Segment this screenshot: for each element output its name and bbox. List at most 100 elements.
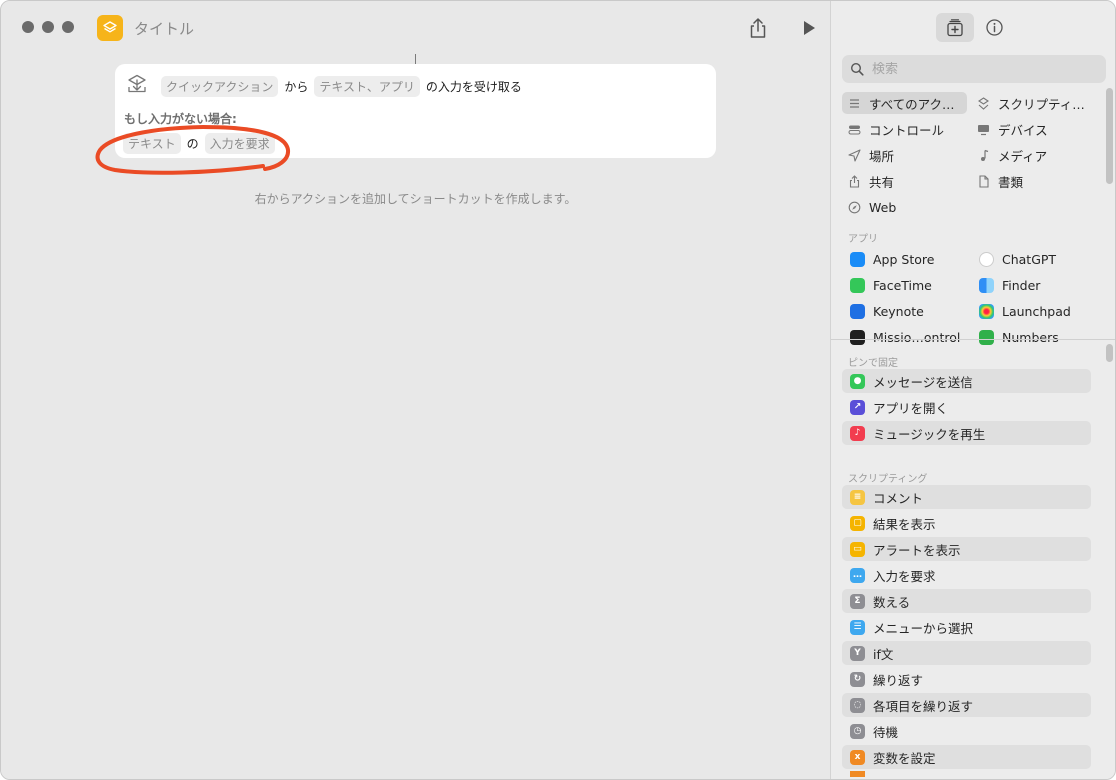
action-play-music[interactable]: ♪ ミュージックを再生 — [842, 421, 1091, 445]
fallback-action-token[interactable]: 入力を要求 — [204, 133, 275, 154]
action-if[interactable]: Y if文 — [842, 641, 1091, 665]
fallback-type-token[interactable]: テキスト — [123, 133, 181, 154]
apps-heading: アプリ — [848, 234, 878, 245]
search-field[interactable] — [842, 55, 1106, 83]
action-label: 待機 — [873, 724, 899, 740]
category-media[interactable]: メディア — [971, 144, 1096, 166]
app-facetime[interactable]: FaceTime — [842, 274, 967, 296]
category-label: メディア — [998, 148, 1048, 164]
action-repeat-each[interactable]: ◌ 各項目を繰り返す — [842, 693, 1091, 717]
action-wait[interactable]: ◷ 待機 — [842, 719, 1091, 743]
action-count[interactable]: Σ 数える — [842, 589, 1091, 613]
category-grid: すべてのアク… スクリプティ… コントロール デバイス 場所 メディア 共有 書… — [842, 92, 1096, 218]
app-chatgpt[interactable]: ChatGPT — [971, 248, 1096, 270]
action-label: ミュージックを再生 — [873, 426, 986, 442]
minimize-window-button[interactable] — [42, 21, 54, 33]
app-label: FaceTime — [873, 277, 932, 293]
scripting-list: ≡ コメント ▢ 結果を表示 ▭ アラートを表示 … 入力を要求 Σ 数える ☰… — [842, 485, 1091, 779]
message-icon: ● — [850, 373, 865, 389]
action-label: 入力を要求 — [873, 568, 936, 584]
details-button[interactable] — [985, 18, 1004, 37]
category-label: 書類 — [998, 174, 1024, 190]
library-top-section: すべてのアク… スクリプティ… コントロール — [831, 1, 1115, 345]
app-launchpad[interactable]: Launchpad — [971, 300, 1096, 322]
bottom-scrollbar[interactable] — [1106, 344, 1113, 362]
action-label: 各項目を繰り返す — [873, 698, 974, 714]
action-repeat[interactable]: ↻ 繰り返す — [842, 667, 1091, 691]
category-label: コントロール — [869, 122, 945, 138]
close-window-button[interactable] — [22, 21, 34, 33]
variable-icon: x — [850, 749, 865, 765]
finder-icon — [979, 277, 994, 293]
action-comment[interactable]: ≡ コメント — [842, 485, 1091, 509]
category-web[interactable]: Web — [842, 196, 967, 218]
receive-input-action[interactable]: クイックアクション から テキスト、アプリ の入力を受け取る もし入力がない場合… — [115, 64, 716, 158]
list-icon — [848, 97, 861, 110]
branch-icon: Y — [850, 645, 865, 661]
search-input[interactable] — [872, 61, 1072, 77]
category-all-actions[interactable]: すべてのアク… — [842, 92, 967, 114]
share-button[interactable] — [747, 16, 769, 40]
document-icon — [977, 174, 990, 188]
action-send-message[interactable]: ● メッセージを送信 — [842, 369, 1091, 393]
repeat-icon: ↻ — [850, 671, 865, 687]
search-icon — [850, 62, 864, 76]
shortcut-icon[interactable] — [97, 15, 123, 41]
app-label: App Store — [873, 251, 935, 267]
repeat-each-icon: ◌ — [850, 697, 865, 713]
shortcuts-layers-icon — [103, 21, 117, 33]
chatgpt-icon — [979, 251, 994, 267]
receive-input-icon — [126, 74, 148, 96]
category-documents[interactable]: 書類 — [971, 170, 1096, 192]
category-location[interactable]: 場所 — [842, 144, 967, 166]
input-source-token[interactable]: クイックアクション — [161, 76, 279, 97]
category-sharing[interactable]: 共有 — [842, 170, 967, 192]
toggle-icon — [848, 123, 861, 136]
action-label: メニューから選択 — [873, 620, 974, 636]
shortcut-title[interactable]: タイトル — [134, 18, 194, 39]
input-type-token[interactable]: テキスト、アプリ — [314, 76, 420, 97]
category-scripting[interactable]: スクリプティ… — [971, 92, 1096, 114]
shortcuts-window: タイトル クイックアクション から テキスト、アプリ の入力を受け取る もし入力… — [0, 0, 1116, 780]
category-device[interactable]: デバイス — [971, 118, 1096, 140]
ask-input-icon: … — [850, 567, 865, 583]
library-add-icon — [947, 18, 963, 36]
scripting-icon — [977, 96, 990, 110]
action-open-app[interactable]: ↗ アプリを開く — [842, 395, 1091, 419]
action-library-button[interactable] — [936, 13, 974, 42]
action-sentence: クイックアクション から テキスト、アプリ の入力を受け取る — [161, 76, 522, 97]
app-finder[interactable]: Finder — [971, 274, 1096, 296]
device-icon — [977, 123, 990, 136]
app-app-store[interactable]: App Store — [842, 248, 967, 270]
action-ask-for-input[interactable]: … 入力を要求 — [842, 563, 1091, 587]
share-icon — [848, 174, 861, 188]
action-label: 繰り返す — [873, 672, 924, 688]
if-no-input-label: もし入力がない場合: — [124, 112, 237, 126]
category-label: スクリプティ… — [998, 96, 1085, 112]
app-label: Launchpad — [1002, 303, 1071, 319]
run-button[interactable] — [800, 18, 818, 38]
top-scrollbar[interactable] — [1106, 88, 1113, 184]
action-partially-visible[interactable] — [842, 771, 1091, 777]
action-label: 変数を設定 — [873, 750, 936, 766]
fallback-sentence: テキスト の 入力を要求 — [123, 133, 275, 154]
action-show-alert[interactable]: ▭ アラートを表示 — [842, 537, 1091, 561]
action-label: アラートを表示 — [873, 542, 961, 558]
category-controls[interactable]: コントロール — [842, 118, 967, 140]
compass-icon — [848, 201, 861, 214]
pinned-list: ● メッセージを送信 ↗ アプリを開く ♪ ミュージックを再生 — [842, 369, 1091, 447]
action-label: 数える — [873, 594, 911, 610]
action-label: アプリを開く — [873, 400, 949, 416]
action-choose-from-menu[interactable]: ☰ メニューから選択 — [842, 615, 1091, 639]
launchpad-icon — [979, 303, 994, 319]
action-show-result[interactable]: ▢ 結果を表示 — [842, 511, 1091, 535]
action-label: 結果を表示 — [873, 516, 936, 532]
action-label: if文 — [873, 646, 894, 662]
category-label: Web — [869, 199, 897, 215]
open-app-icon: ↗ — [850, 399, 865, 415]
app-keynote[interactable]: Keynote — [842, 300, 967, 322]
zoom-window-button[interactable] — [62, 21, 74, 33]
action-set-variable[interactable]: x 変数を設定 — [842, 745, 1091, 769]
scripting-heading: スクリプティング — [848, 474, 928, 485]
app-label: Finder — [1002, 277, 1041, 293]
